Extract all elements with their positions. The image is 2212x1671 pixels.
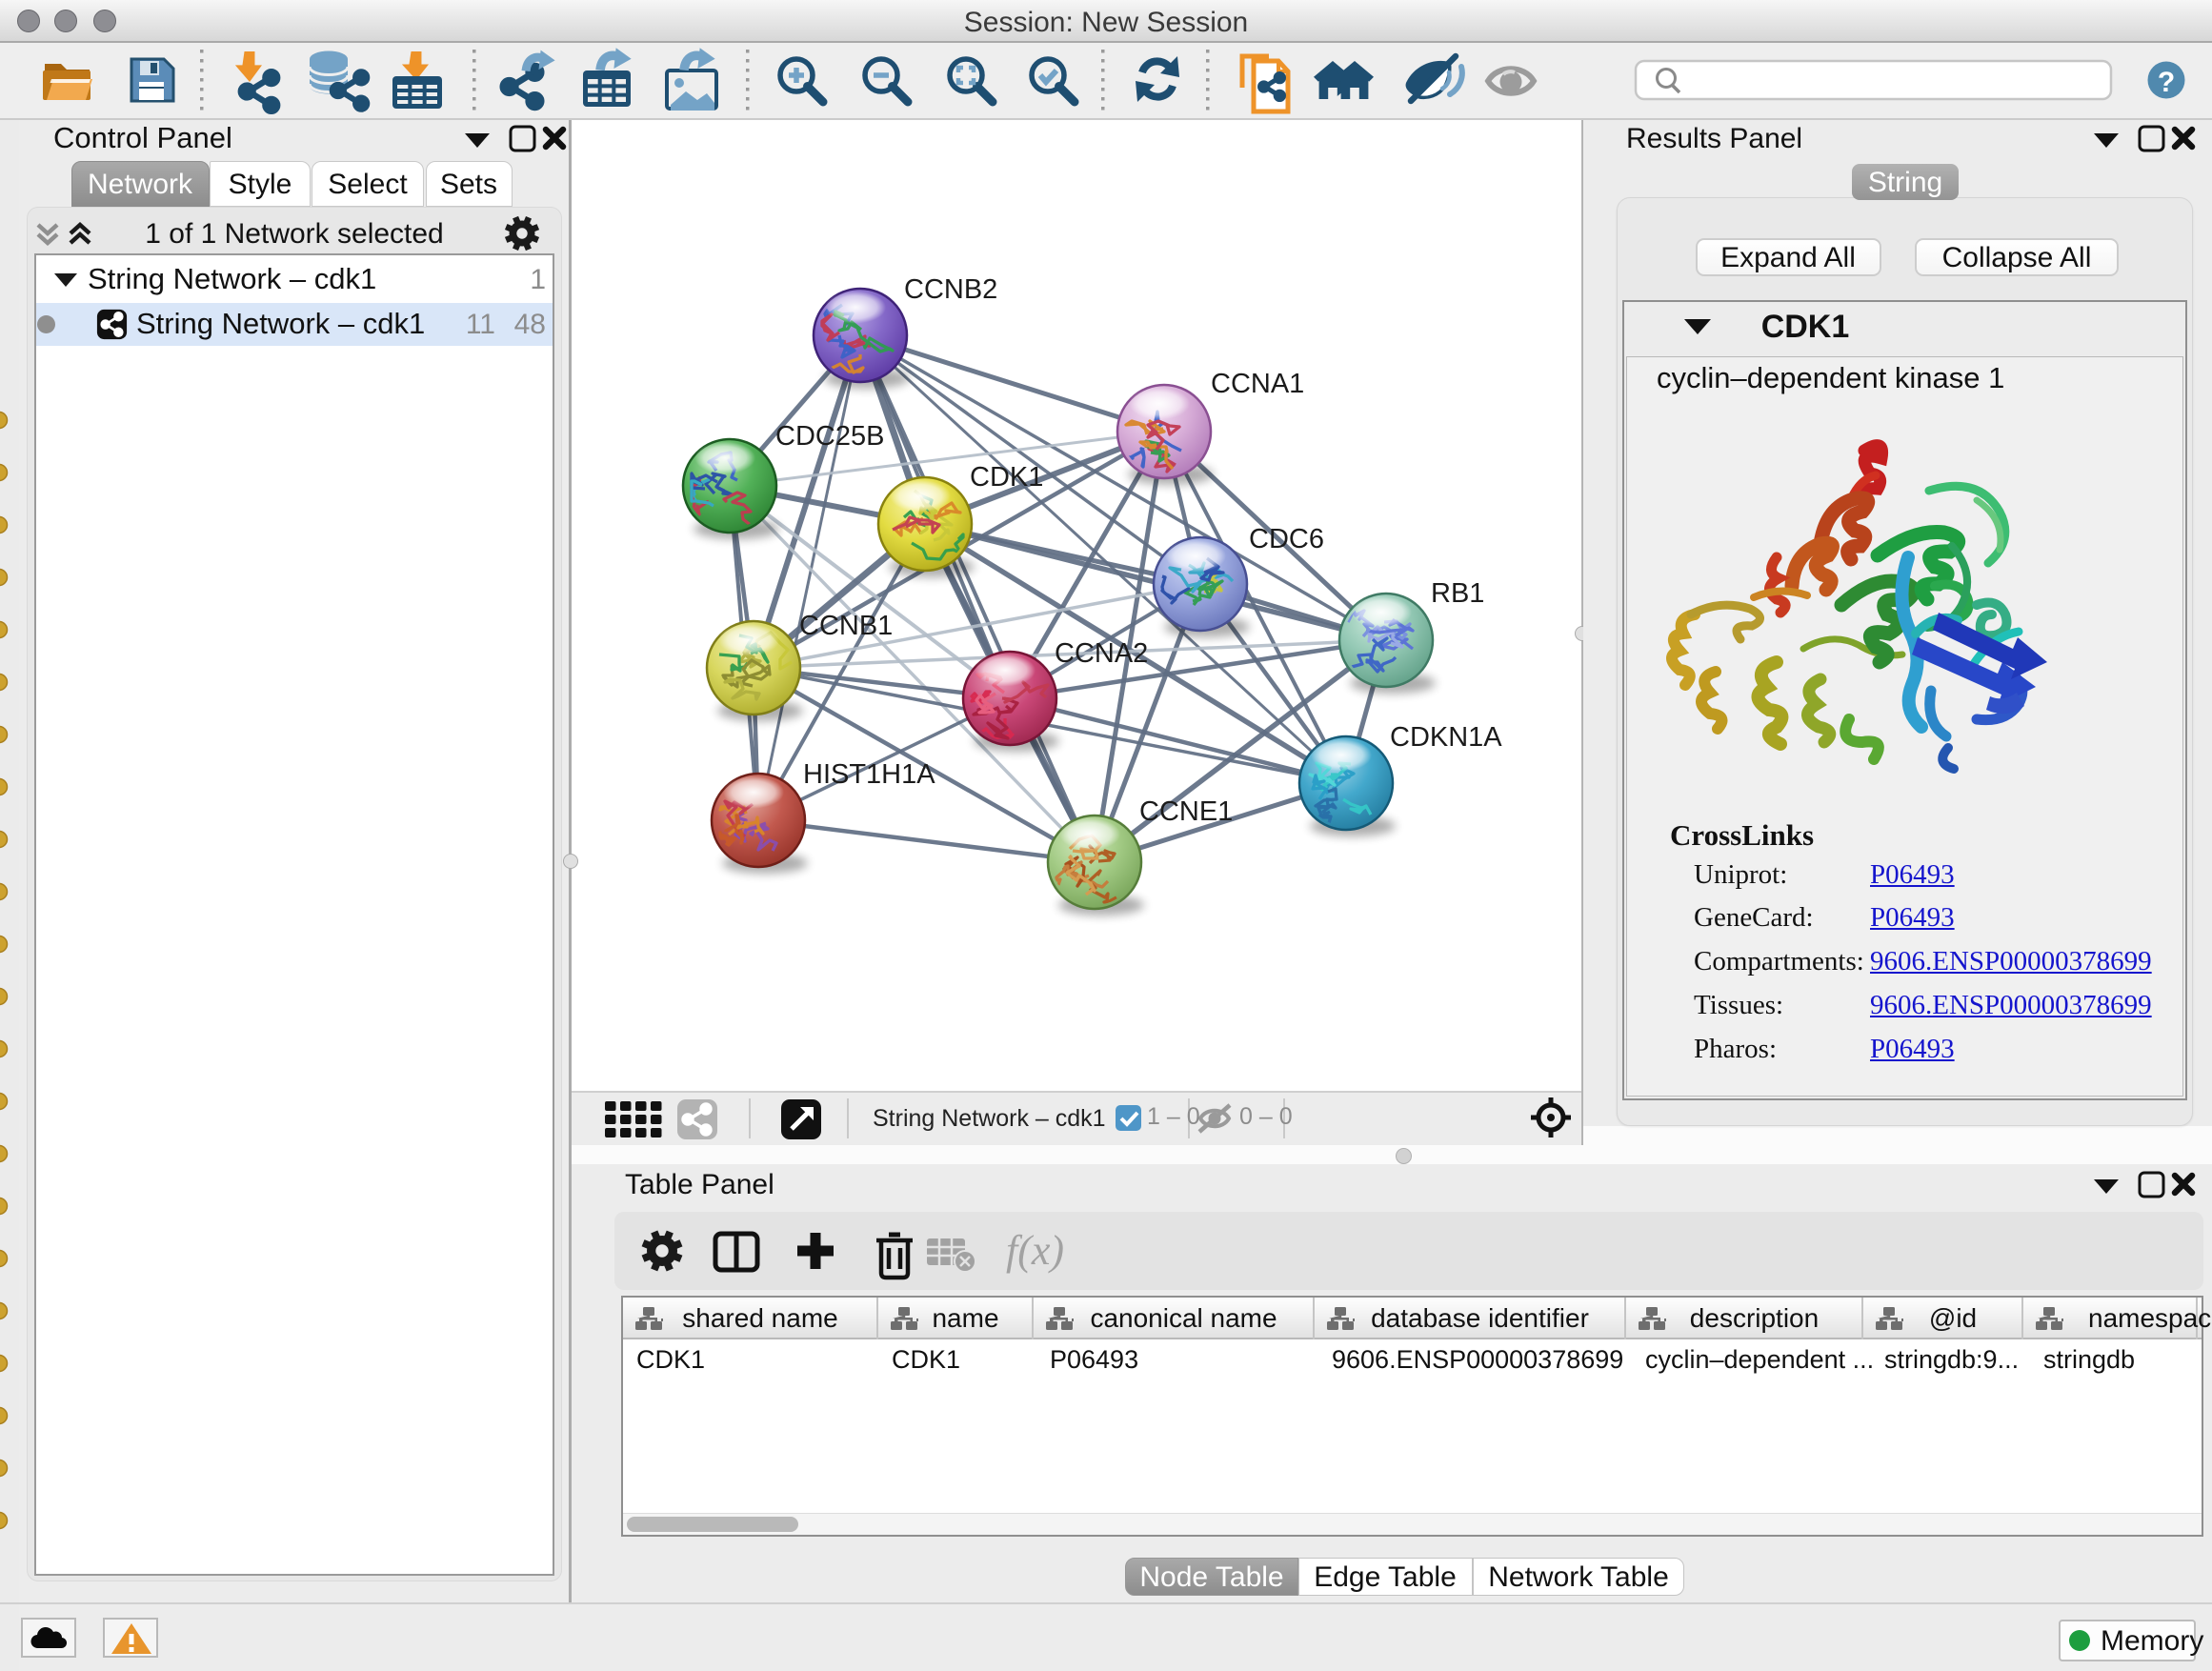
svg-text:CCNA2: CCNA2 <box>1055 638 1148 669</box>
svg-text:CCNA1: CCNA1 <box>1211 369 1304 399</box>
svg-text:CDKN1A: CDKN1A <box>1390 722 1502 753</box>
svg-text:HIST1H1A: HIST1H1A <box>803 759 935 790</box>
svg-text:CCNE1: CCNE1 <box>1139 796 1233 827</box>
svg-text:CCNB1: CCNB1 <box>799 611 893 641</box>
svg-text:RB1: RB1 <box>1431 578 1484 609</box>
svg-text:CDK1: CDK1 <box>970 462 1043 493</box>
svg-text:CDC25B: CDC25B <box>775 421 884 452</box>
svg-text:?: ? <box>2158 67 2175 98</box>
svg-text:CCNB2: CCNB2 <box>904 274 997 305</box>
svg-text:CDC6: CDC6 <box>1249 524 1324 554</box>
